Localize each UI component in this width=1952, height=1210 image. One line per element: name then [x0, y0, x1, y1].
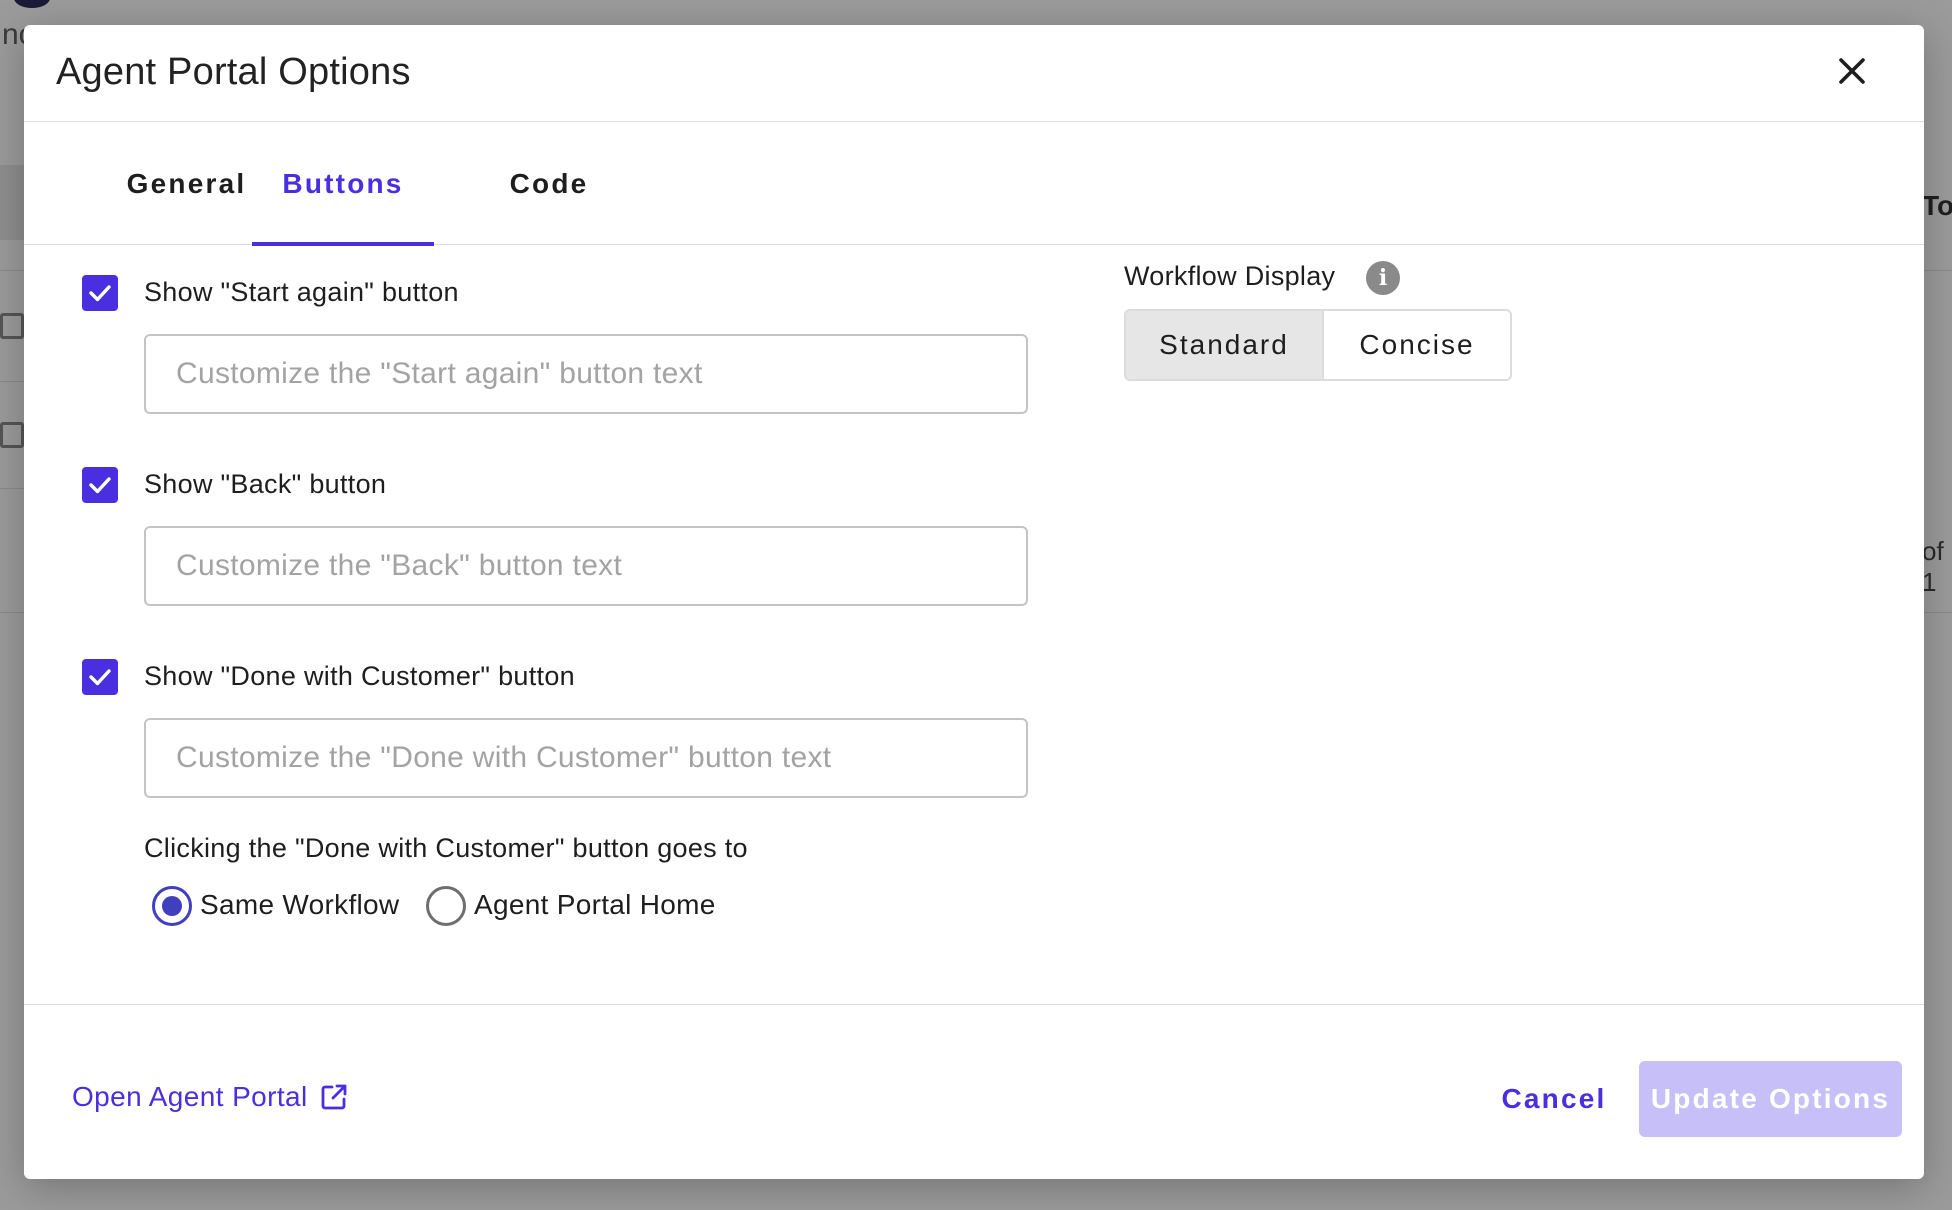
show-back-label: Show "Back" button	[144, 469, 387, 499]
dialog-header: Agent Portal Options	[24, 25, 1924, 122]
background-divider	[0, 612, 24, 613]
show-start-again-checkbox[interactable]	[82, 275, 118, 311]
background-divider	[1924, 270, 1952, 271]
checkmark-icon	[89, 669, 111, 686]
checkmark-icon	[89, 477, 111, 494]
radio-same-workflow[interactable]	[152, 886, 192, 926]
done-with-customer-text-input[interactable]	[144, 718, 1028, 798]
radio-agent-portal-home[interactable]	[426, 886, 466, 926]
tab-general[interactable]: General	[104, 123, 269, 245]
open-agent-portal-link[interactable]: Open Agent Portal	[72, 1081, 350, 1113]
cancel-button[interactable]: Cancel	[1484, 1061, 1624, 1137]
background-divider	[0, 381, 24, 382]
radio-same-workflow-label[interactable]: Same Workflow	[200, 889, 399, 921]
back-text-input[interactable]	[144, 526, 1028, 606]
workflow-display-toggle: Standard Concise	[1124, 309, 1512, 381]
agent-portal-options-dialog: Agent Portal Options General Buttons Cod…	[24, 25, 1924, 1179]
update-options-button[interactable]: Update Options	[1639, 1061, 1902, 1137]
background-divider	[1924, 612, 1952, 613]
background-divider	[0, 488, 24, 489]
show-start-again-label: Show "Start again" button	[144, 277, 459, 307]
background-avatar	[14, 0, 50, 8]
tab-buttons[interactable]: Buttons	[252, 123, 434, 246]
dialog-footer: Open Agent Portal Cancel Update Options	[24, 1004, 1924, 1179]
background-checkbox	[0, 313, 24, 339]
tab-bar: General Buttons Code	[24, 123, 1924, 246]
checkmark-icon	[89, 285, 111, 302]
show-back-checkbox[interactable]	[82, 467, 118, 503]
background-band	[0, 165, 24, 240]
close-icon	[1839, 58, 1865, 84]
background-divider	[0, 270, 24, 271]
background-text-fragment: of 1	[1922, 536, 1944, 597]
done-destination-label: Clicking the "Done with Customer" button…	[144, 833, 748, 863]
tab-code[interactable]: Code	[464, 123, 634, 245]
workflow-display-standard[interactable]: Standard	[1126, 311, 1324, 379]
show-done-with-customer-checkbox[interactable]	[82, 659, 118, 695]
workflow-display-concise[interactable]: Concise	[1324, 311, 1510, 379]
workflow-display-label: Workflow Display	[1124, 261, 1336, 291]
background-checkbox	[0, 422, 24, 448]
radio-agent-portal-home-label[interactable]: Agent Portal Home	[474, 889, 716, 921]
background-text-fragment: To	[1922, 190, 1952, 221]
show-done-with-customer-label: Show "Done with Customer" button	[144, 661, 575, 691]
dialog-title: Agent Portal Options	[56, 51, 411, 93]
open-agent-portal-label: Open Agent Portal	[72, 1081, 308, 1112]
start-again-text-input[interactable]	[144, 334, 1028, 414]
info-icon[interactable]: i	[1366, 261, 1400, 295]
external-link-icon	[321, 1084, 347, 1110]
close-button[interactable]	[1832, 51, 1872, 91]
